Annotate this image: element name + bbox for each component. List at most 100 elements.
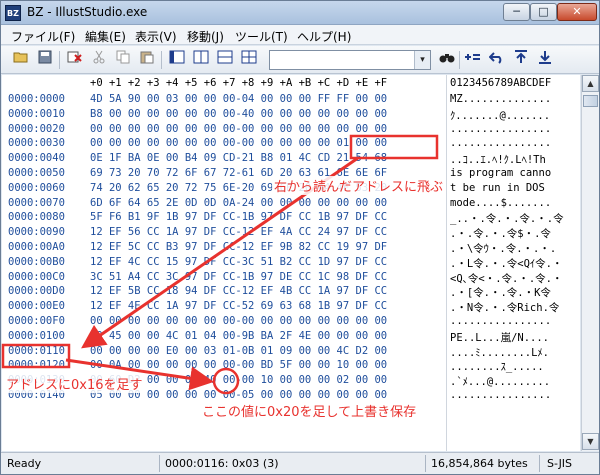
add-equal-icon[interactable]: [463, 50, 483, 70]
row-ascii[interactable]: ................: [450, 137, 578, 149]
jump-top-icon[interactable]: [511, 50, 531, 70]
ascii-column-header: 0123456789ABCDEF: [450, 77, 552, 89]
status-separator: [159, 455, 160, 472]
maximize-button[interactable]: □: [530, 3, 557, 21]
close-button[interactable]: ✕: [557, 3, 597, 21]
vertical-scrollbar[interactable]: ▲ ▼: [581, 75, 599, 451]
bz-app-icon[interactable]: BZ: [5, 5, 21, 21]
row-ascii[interactable]: ........ｽ_.....: [450, 359, 578, 374]
menu-jump[interactable]: 移動(J): [187, 28, 224, 45]
row-hex-bytes[interactable]: 00 00 00 00 00 00 00 00-00 00 00 00 00 0…: [90, 137, 387, 149]
title-bar[interactable]: BZ BZ - IllustStudio.exe ─ □ ✕: [1, 1, 599, 25]
hex-row[interactable]: 0000:0010 B8 00 00 00 00 00 00 00-40 00 0…: [2, 108, 580, 123]
row-hex-bytes[interactable]: 4D 5A 90 00 03 00 00 00-04 00 00 00 FF F…: [90, 93, 387, 105]
row-hex-bytes[interactable]: 6D 6F 64 65 2E 0D 0D 0A-24 00 00 00 00 0…: [90, 197, 387, 209]
row-ascii[interactable]: .・\令ｳ・.令.・.・.: [450, 241, 578, 256]
row-address: 0000:0060: [8, 181, 65, 194]
status-file-size: 16,854,864 bytes: [431, 457, 528, 470]
menu-edit[interactable]: 編集(E): [85, 28, 126, 45]
hex-row[interactable]: 0000:00B0 12 EF 4C CC 15 97 DF CC-3C 51 B…: [2, 256, 580, 271]
row-ascii[interactable]: .・[令.・.令.・K令: [450, 285, 578, 300]
row-ascii[interactable]: .・N令.・.令Rich.令: [450, 300, 578, 315]
row-ascii[interactable]: ..ｺ..ｴ.ﾍ!ｸ.Lﾍ!Th: [450, 152, 578, 167]
menu-help[interactable]: ヘルプ(H): [297, 28, 351, 45]
view-single-icon[interactable]: [167, 50, 187, 70]
row-ascii[interactable]: .`ﾒ...@.........: [450, 374, 578, 389]
scroll-down-icon[interactable]: ▼: [582, 433, 599, 450]
row-hex-bytes[interactable]: B8 00 00 00 00 00 00 00-40 00 00 00 00 0…: [90, 108, 387, 120]
menu-view[interactable]: 表示(V): [135, 28, 177, 45]
hex-row[interactable]: 0000:0030 00 00 00 00 00 00 00 00-00 00 0…: [2, 137, 580, 150]
save-icon[interactable]: [35, 50, 55, 70]
row-hex-bytes[interactable]: 00 00 00 00 00 00 00 00-00 00 00 00 00 0…: [90, 315, 387, 327]
row-ascii[interactable]: _..・.令.・.令.・.令: [450, 211, 578, 226]
row-ascii[interactable]: ................: [450, 315, 578, 327]
row-address: 0000:00A0: [8, 241, 65, 253]
menu-file[interactable]: ファイル(F): [11, 28, 75, 45]
row-ascii[interactable]: .・L令.・.令<Qｲ令.・: [450, 256, 578, 271]
row-ascii[interactable]: MZ..............: [450, 93, 578, 105]
hex-row[interactable]: 0000:00E0 12 EF 4E CC 1A 97 DF CC-52 69 6…: [2, 300, 580, 315]
row-ascii[interactable]: ....ﾐ........Lﾒ.: [450, 345, 578, 360]
hex-row[interactable]: 0000:00C0 3C 51 A4 CC 3C 97 DF CC-1B 97 D…: [2, 271, 580, 286]
status-cursor: 0000:0116: 0x03 (3): [165, 457, 279, 470]
status-encoding: S-JIS: [547, 457, 573, 470]
row-hex-bytes[interactable]: 00 0A 00 00 00 00 00 00-00 BD 5F 00 00 1…: [90, 359, 387, 371]
row-ascii[interactable]: t be run in DOS: [450, 182, 578, 194]
row-hex-bytes[interactable]: 12 EF 5C CC B3 97 DF CC-12 EF 9B 82 CC 1…: [90, 241, 387, 253]
row-ascii[interactable]: is program canno: [450, 167, 578, 179]
copy-icon[interactable]: [113, 50, 133, 70]
search-combo[interactable]: ▾: [269, 50, 431, 70]
row-ascii[interactable]: ｸ.......@.......: [450, 108, 578, 123]
chevron-down-icon[interactable]: ▾: [414, 51, 430, 69]
scroll-up-icon[interactable]: ▲: [582, 75, 599, 92]
row-hex-bytes[interactable]: 00 00 00 00 E0 00 03 01-0B 01 09 00 00 4…: [90, 345, 387, 357]
view-split-v-icon[interactable]: [191, 50, 211, 70]
row-ascii[interactable]: PE..L...嵐/N....: [450, 330, 578, 345]
hex-row[interactable]: 0000:0040 0E 1F BA 0E 00 B4 09 CD-21 B8 0…: [2, 152, 580, 167]
minimize-button[interactable]: ─: [503, 3, 530, 21]
row-hex-bytes[interactable]: 12 EF 4E CC 1A 97 DF CC-52 69 63 68 1B 9…: [90, 300, 387, 312]
hex-row[interactable]: 0000:0000 4D 5A 90 00 03 00 00 00-04 00 0…: [2, 93, 580, 106]
hex-row[interactable]: 0000:00A0 12 EF 5C CC B3 97 DF CC-12 EF 9…: [2, 241, 580, 256]
row-address: 0000:0050: [8, 167, 65, 179]
row-hex-bytes[interactable]: 0E 1F BA 0E 00 B4 09 CD-21 B8 01 4C CD 2…: [90, 152, 387, 164]
row-hex-bytes[interactable]: 12 EF 56 CC 1A 97 DF CC-12 EF 4A CC 24 9…: [90, 226, 387, 238]
row-hex-bytes[interactable]: 3C 51 A4 CC 3C 97 DF CC-1B 97 DE CC 1C 9…: [90, 271, 387, 283]
row-ascii[interactable]: ................: [450, 123, 578, 135]
cut-icon[interactable]: [89, 50, 109, 70]
hex-row[interactable]: 0000:0120 00 0A 00 00 00 00 00 00-00 BD 5…: [2, 359, 580, 374]
jump-bottom-icon[interactable]: [535, 50, 555, 70]
hex-row[interactable]: 0000:0100 50 45 00 00 4C 01 04 00-9B BA 2…: [2, 330, 580, 345]
hex-row[interactable]: 0000:0090 12 EF 56 CC 1A 97 DF CC-12 EF 4…: [2, 226, 580, 241]
row-hex-bytes[interactable]: 5F F6 B1 9F 1B 97 DF CC-1B 97 DF CC 1B 9…: [90, 211, 387, 223]
hex-row[interactable]: 0000:0070 6D 6F 64 65 2E 0D 0D 0A-24 00 0…: [2, 197, 580, 210]
row-hex-bytes[interactable]: 12 EF 4C CC 15 97 DF CC-3C 51 B2 CC 1D 9…: [90, 256, 387, 268]
undo-arrow-icon[interactable]: [487, 50, 507, 70]
hex-row[interactable]: 0000:00F0 00 00 00 00 00 00 00 00-00 00 0…: [2, 315, 580, 328]
folder-open-icon[interactable]: [11, 50, 31, 70]
view-split-h-icon[interactable]: [215, 50, 235, 70]
row-ascii[interactable]: .・.令.・.令$・.令: [450, 226, 578, 241]
hex-row[interactable]: 0000:0080 5F F6 B1 9F 1B 97 DF CC-1B 97 D…: [2, 211, 580, 226]
row-ascii[interactable]: mode....$.......: [450, 197, 578, 209]
scroll-thumb[interactable]: [583, 95, 598, 107]
hex-row[interactable]: 0000:0020 00 00 00 00 00 00 00 00-00 00 0…: [2, 123, 580, 136]
row-address: 0000:0030: [8, 137, 65, 150]
hex-row[interactable]: 0000:0110 00 00 00 00 E0 00 03 01-0B 01 0…: [2, 345, 580, 360]
binoculars-icon[interactable]: [437, 50, 457, 70]
row-hex-bytes[interactable]: 00 00 00 00 00 00 00 00-00 00 00 00 00 0…: [90, 123, 387, 135]
row-address: 0000:0020: [8, 122, 65, 135]
hex-row[interactable]: 0000:00D0 12 EF 5B CC 18 94 DF CC-12 EF 4…: [2, 285, 580, 300]
paste-icon[interactable]: [137, 50, 157, 70]
status-separator: [425, 455, 426, 472]
row-ascii[interactable]: ................: [450, 389, 578, 401]
view-grid-icon[interactable]: [239, 50, 259, 70]
row-hex-bytes[interactable]: 12 EF 5B CC 18 94 DF CC-12 EF 4B CC 1A 9…: [90, 285, 387, 297]
row-address: 0000:0090: [8, 226, 65, 239]
delete-icon[interactable]: [65, 50, 85, 70]
hex-view[interactable]: +0 +1 +2 +3 +4 +5 +6 +7 +8 +9 +A +B +C +…: [2, 75, 580, 451]
row-ascii[interactable]: <Q､令<・.令.・.令.・: [450, 271, 578, 286]
row-hex-bytes[interactable]: 50 45 00 00 4C 01 04 00-9B BA 2F 4E 00 0…: [90, 330, 387, 342]
menu-tools[interactable]: ツール(T): [235, 28, 288, 45]
